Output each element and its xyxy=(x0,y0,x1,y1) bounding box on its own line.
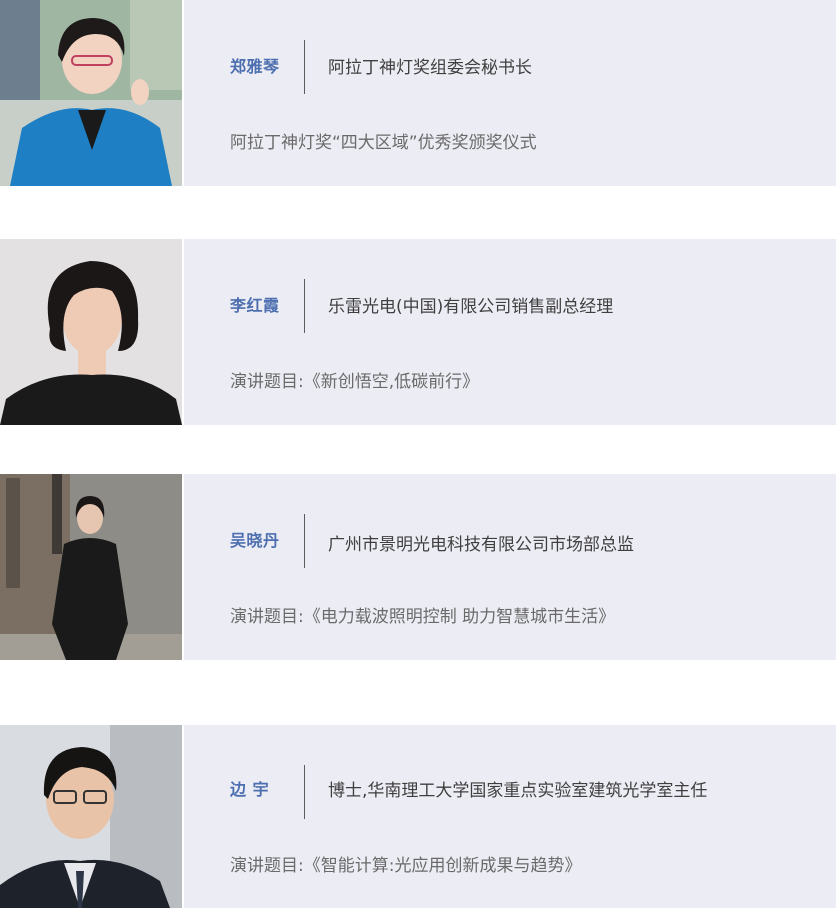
name-divider xyxy=(304,514,305,568)
speaker-topic: 演讲题目:《新创悟空,低碳前行》 xyxy=(230,372,480,392)
speaker-info: 郑雅琴 阿拉丁神灯奖组委会秘书长 阿拉丁神灯奖“四大区域”优秀奖颁奖仪式 xyxy=(184,0,836,186)
speaker-photo xyxy=(0,474,182,660)
speaker-name: 边 宇 xyxy=(230,780,270,799)
speaker-info: 吴晓丹 广州市景明光电科技有限公司市场部总监 演讲题目:《电力载波照明控制 助力… xyxy=(184,474,836,660)
speaker-name: 吴晓丹 xyxy=(230,531,280,550)
speaker-info: 边 宇 博士,华南理工大学国家重点实验室建筑光学室主任 演讲题目:《智能计算:光… xyxy=(184,725,836,908)
speaker-list: 郑雅琴 阿拉丁神灯奖组委会秘书长 阿拉丁神灯奖“四大区域”优秀奖颁奖仪式 李红霞… xyxy=(0,0,836,908)
speaker-photo xyxy=(0,725,182,908)
speaker-name: 李红霞 xyxy=(230,296,280,315)
name-divider xyxy=(304,40,305,94)
speaker-topic: 演讲题目:《电力载波照明控制 助力智慧城市生活》 xyxy=(230,607,616,627)
speaker-title: 博士,华南理工大学国家重点实验室建筑光学室主任 xyxy=(328,781,708,801)
speaker-card: 边 宇 博士,华南理工大学国家重点实验室建筑光学室主任 演讲题目:《智能计算:光… xyxy=(0,725,836,908)
speaker-photo xyxy=(0,239,182,425)
speaker-card: 李红霞 乐雷光电(中国)有限公司销售副总经理 演讲题目:《新创悟空,低碳前行》 xyxy=(0,239,836,425)
speaker-title: 乐雷光电(中国)有限公司销售副总经理 xyxy=(328,297,614,317)
speaker-title: 阿拉丁神灯奖组委会秘书长 xyxy=(328,58,532,78)
speaker-topic: 阿拉丁神灯奖“四大区域”优秀奖颁奖仪式 xyxy=(230,133,537,153)
name-divider xyxy=(304,765,305,819)
speaker-info: 李红霞 乐雷光电(中国)有限公司销售副总经理 演讲题目:《新创悟空,低碳前行》 xyxy=(184,239,836,425)
speaker-topic: 演讲题目:《智能计算:光应用创新成果与趋势》 xyxy=(230,856,582,876)
speaker-title: 广州市景明光电科技有限公司市场部总监 xyxy=(328,535,634,555)
name-divider xyxy=(304,279,305,333)
speaker-card: 郑雅琴 阿拉丁神灯奖组委会秘书长 阿拉丁神灯奖“四大区域”优秀奖颁奖仪式 xyxy=(0,0,836,186)
speaker-photo xyxy=(0,0,182,186)
speaker-name: 郑雅琴 xyxy=(230,57,280,76)
speaker-card: 吴晓丹 广州市景明光电科技有限公司市场部总监 演讲题目:《电力载波照明控制 助力… xyxy=(0,474,836,660)
